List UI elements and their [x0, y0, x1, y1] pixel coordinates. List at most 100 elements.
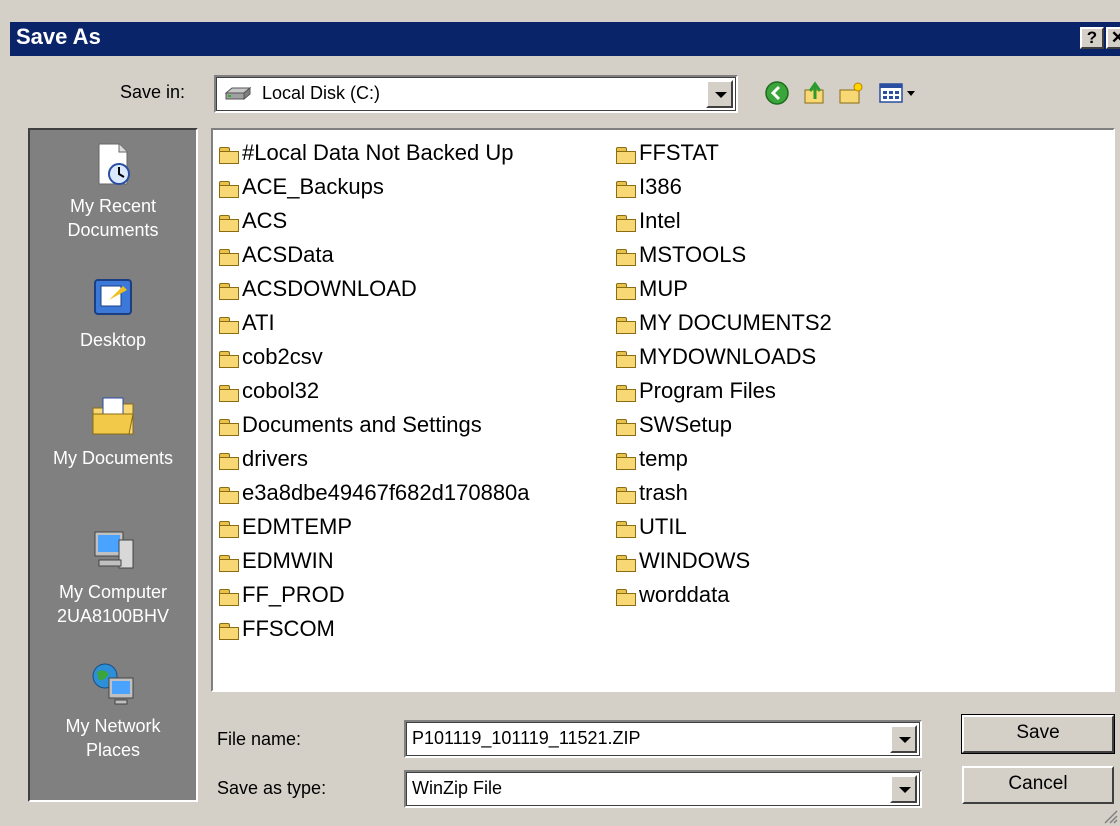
folder-name: ATI	[242, 310, 275, 335]
folder-item[interactable]: Documents and Settings	[219, 408, 530, 442]
close-button[interactable]: ✕	[1106, 27, 1120, 49]
folder-icon	[219, 215, 239, 232]
folder-icon	[616, 147, 636, 164]
folder-name: MYDOWNLOADS	[639, 344, 817, 369]
place-label-line1: My Documents	[52, 448, 174, 468]
folder-name: #Local Data Not Backed Up	[242, 140, 514, 165]
place-desktop[interactable]: Desktop	[30, 274, 196, 352]
folder-icon	[616, 385, 636, 402]
folder-icon	[219, 623, 239, 640]
folder-item[interactable]: e3a8dbe49467f682d170880a	[219, 476, 530, 510]
places-bar: My Recent Documents Desktop My Documents	[28, 128, 198, 802]
folder-item[interactable]: WINDOWS	[616, 544, 832, 578]
file-name-label: File name:	[217, 729, 302, 749]
folder-name: UTIL	[639, 514, 687, 539]
folder-icon	[616, 215, 636, 232]
folder-item[interactable]: ATI	[219, 306, 530, 340]
file-name-value: P101119_101119_11521.ZIP	[412, 728, 641, 748]
view-menu-icon[interactable]	[878, 80, 918, 106]
place-label-line1: My Network	[65, 716, 161, 736]
folder-item[interactable]: MY DOCUMENTS2	[616, 306, 832, 340]
folder-name: drivers	[242, 446, 309, 471]
place-label-line1: Desktop	[79, 330, 147, 350]
folder-name: MUP	[639, 276, 688, 301]
folder-name: ACE_Backups	[242, 174, 384, 199]
folder-item[interactable]: #Local Data Not Backed Up	[219, 136, 530, 170]
place-my-documents[interactable]: My Documents	[30, 392, 196, 470]
folder-item[interactable]: I386	[616, 170, 832, 204]
folder-icon	[616, 419, 636, 436]
folder-icon	[219, 147, 239, 164]
folder-item[interactable]: SWSetup	[616, 408, 832, 442]
folder-name: MSTOOLS	[639, 242, 747, 267]
up-folder-icon[interactable]	[802, 80, 828, 106]
folder-icon	[219, 351, 239, 368]
folder-name: EDMWIN	[242, 548, 334, 573]
folder-item[interactable]: UTIL	[616, 510, 832, 544]
folder-item[interactable]: cobol32	[219, 374, 530, 408]
folder-item[interactable]: drivers	[219, 442, 530, 476]
folder-name: FFSCOM	[242, 616, 335, 641]
folder-name: FFSTAT	[639, 140, 719, 165]
folder-item[interactable]: FF_PROD	[219, 578, 530, 612]
cancel-button[interactable]: Cancel	[962, 766, 1114, 804]
new-folder-icon[interactable]	[838, 80, 864, 106]
folder-name: ACSDOWNLOAD	[242, 276, 417, 301]
place-my-computer[interactable]: My Computer 2UA8100BHV	[30, 526, 196, 628]
folder-column-2: FFSTAT I386 Intel MSTOOLS MUP MY DOCUMENTS2 MY…	[616, 136, 832, 612]
folder-item[interactable]: cob2csv	[219, 340, 530, 374]
folder-item[interactable]: worddata	[616, 578, 832, 612]
place-label-line1: My Recent	[69, 196, 157, 216]
folder-icon	[616, 249, 636, 266]
place-label-line2: Documents	[67, 220, 159, 240]
folder-icon	[616, 589, 636, 606]
title-bar[interactable]: Save As ? ✕	[10, 22, 1120, 56]
folder-icon	[616, 487, 636, 504]
folder-item[interactable]: ACE_Backups	[219, 170, 530, 204]
folder-name: e3a8dbe49467f682d170880a	[242, 480, 530, 505]
folder-item[interactable]: MUP	[616, 272, 832, 306]
place-my-recent-documents[interactable]: My Recent Documents	[30, 140, 196, 242]
save-button[interactable]: Save	[961, 714, 1115, 754]
folder-item[interactable]: ACS	[219, 204, 530, 238]
folder-name: trash	[639, 480, 688, 505]
place-my-network-places[interactable]: My Network Places	[30, 660, 196, 762]
file-name-dropdown-button[interactable]	[890, 725, 917, 753]
my-documents-icon	[92, 397, 134, 435]
folder-item[interactable]: ACSDOWNLOAD	[219, 272, 530, 306]
save-in-dropdown-button[interactable]	[706, 80, 733, 108]
folder-name: ACS	[242, 208, 288, 233]
folder-icon	[219, 385, 239, 402]
folder-item[interactable]: MSTOOLS	[616, 238, 832, 272]
folder-icon	[616, 283, 636, 300]
folder-item[interactable]: EDMWIN	[219, 544, 530, 578]
folder-item[interactable]: ACSData	[219, 238, 530, 272]
save-as-type-select[interactable]: WinZip File	[404, 770, 922, 808]
window-title: Save As	[16, 24, 101, 49]
save-in-combo[interactable]: Local Disk (C:)	[214, 75, 738, 113]
folder-item[interactable]: trash	[616, 476, 832, 510]
help-button[interactable]: ?	[1080, 27, 1104, 49]
folder-item[interactable]: FFSTAT	[616, 136, 832, 170]
folder-item[interactable]: temp	[616, 442, 832, 476]
save-as-dialog: Save As ? ✕ Save in: Local Disk (C:) My …	[0, 0, 1120, 826]
folder-icon	[219, 249, 239, 266]
folder-name: MY DOCUMENTS2	[639, 310, 832, 335]
folder-item[interactable]: MYDOWNLOADS	[616, 340, 832, 374]
save-as-type-dropdown-button[interactable]	[890, 775, 917, 803]
back-icon[interactable]	[764, 80, 790, 106]
folder-item[interactable]: Intel	[616, 204, 832, 238]
file-name-input[interactable]: P101119_101119_11521.ZIP	[404, 720, 922, 758]
folder-item[interactable]: EDMTEMP	[219, 510, 530, 544]
folder-item[interactable]: FFSCOM	[219, 612, 530, 646]
save-as-type-label: Save as type:	[217, 778, 327, 798]
folder-list[interactable]: #Local Data Not Backed Up ACE_Backups ACS A…	[211, 128, 1115, 692]
save-as-type-value: WinZip File	[412, 778, 503, 798]
my-computer-icon	[94, 531, 134, 569]
folder-icon	[616, 555, 636, 572]
folder-icon	[219, 487, 239, 504]
folder-icon	[219, 283, 239, 300]
resize-grip-icon[interactable]	[1102, 808, 1118, 824]
folder-name: Intel	[639, 208, 681, 233]
folder-item[interactable]: Program Files	[616, 374, 832, 408]
